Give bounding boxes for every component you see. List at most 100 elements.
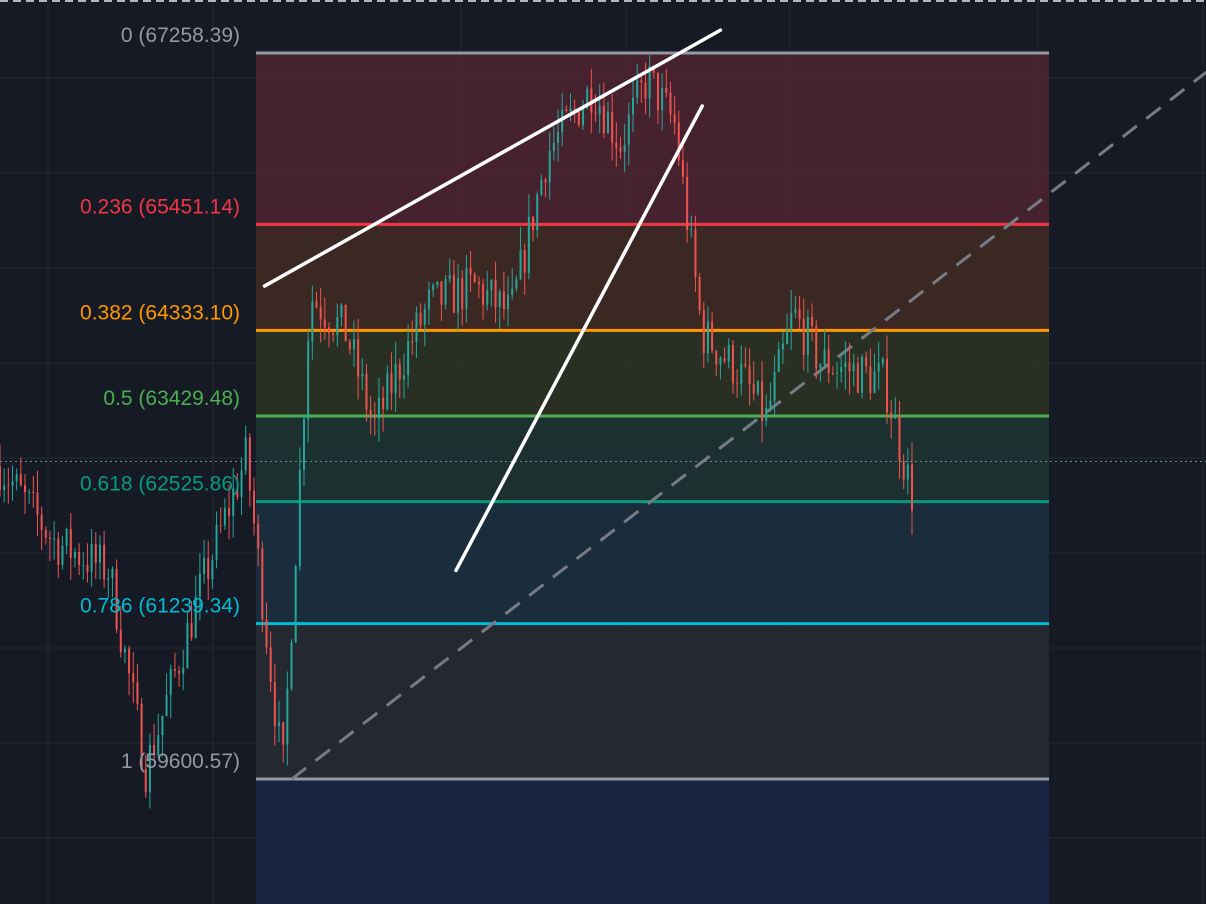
candle-body xyxy=(365,373,368,410)
candle-body xyxy=(482,284,485,305)
candle-body xyxy=(802,318,805,355)
candle-body xyxy=(890,412,893,419)
candle-body xyxy=(490,280,493,291)
price-chart-svg[interactable]: 0 (67258.39) 0.236 (65451.14) 0.382 (64333… xyxy=(0,0,1206,904)
candle-body xyxy=(748,365,751,385)
candle-body xyxy=(711,321,714,351)
candle-body xyxy=(752,384,755,394)
candle-body xyxy=(844,362,847,368)
candle-body xyxy=(273,682,276,726)
candle-body xyxy=(269,647,272,683)
candle-body xyxy=(19,474,22,486)
candle-body xyxy=(261,548,264,620)
candle-body xyxy=(253,490,256,524)
candle-body xyxy=(32,492,35,494)
candle-body xyxy=(536,194,539,231)
candle-body xyxy=(461,278,464,309)
candle-body xyxy=(594,112,597,115)
candle-body xyxy=(48,537,51,539)
candle-body xyxy=(332,333,335,336)
candle-body xyxy=(877,363,880,372)
candle-body xyxy=(0,466,1,490)
candle-body xyxy=(336,316,339,336)
candle-body xyxy=(7,485,10,487)
candle-body xyxy=(178,671,181,674)
candle-body xyxy=(861,356,864,393)
candle-body xyxy=(40,514,43,530)
candle-body xyxy=(427,289,430,309)
candle-body xyxy=(3,485,6,490)
candle-body xyxy=(161,715,164,735)
candle-body xyxy=(686,176,689,230)
candle-body xyxy=(477,281,480,285)
candle-body xyxy=(694,229,697,277)
candle-body xyxy=(527,216,530,273)
candle-body xyxy=(432,285,435,290)
candle-body xyxy=(544,180,547,183)
candle-body xyxy=(498,291,501,308)
candle-body xyxy=(519,249,522,280)
candle-body xyxy=(806,316,809,355)
candle-body xyxy=(394,364,397,394)
candle-body xyxy=(715,350,718,365)
candle-body xyxy=(123,648,126,653)
candle-body xyxy=(831,373,834,375)
candle-body xyxy=(111,568,114,578)
candle-body xyxy=(444,279,447,305)
chart-area[interactable]: 0 (67258.39) 0.236 (65451.14) 0.382 (64333… xyxy=(0,0,1206,904)
candle-body xyxy=(278,722,281,726)
candle-body xyxy=(290,642,293,689)
candle-body xyxy=(865,356,868,367)
candle-body xyxy=(248,437,251,491)
candle-body xyxy=(57,538,60,565)
candle-body xyxy=(494,280,497,308)
candle-body xyxy=(661,88,664,111)
candle-body xyxy=(557,132,560,144)
candle-body xyxy=(644,82,647,99)
candle-body xyxy=(611,111,614,143)
candle-body xyxy=(723,358,726,362)
candle-body xyxy=(307,341,310,420)
candle-body xyxy=(107,577,110,580)
candle-body xyxy=(823,349,826,365)
candle-body xyxy=(190,622,193,638)
candle-body xyxy=(569,108,572,112)
candle-body xyxy=(286,688,289,745)
candle-body xyxy=(211,560,214,580)
candle-body xyxy=(348,341,351,349)
fib-label-0-236: 0.236 (65451.14) xyxy=(80,195,240,218)
candle-body xyxy=(298,469,301,567)
candle-body xyxy=(382,397,385,409)
candle-body xyxy=(736,383,739,385)
candle-body xyxy=(827,349,830,374)
candle-body xyxy=(719,358,722,365)
candle-body xyxy=(856,363,859,393)
candle-body xyxy=(303,419,305,470)
candle-body xyxy=(886,358,889,413)
candle-body xyxy=(706,321,709,354)
candle-body xyxy=(798,309,801,319)
candle-body xyxy=(415,312,418,342)
fib-zone-0-236 xyxy=(256,224,1049,331)
candle-body xyxy=(511,288,514,296)
candle-body xyxy=(507,295,510,310)
candle-body xyxy=(673,114,676,123)
candle-body xyxy=(165,695,168,716)
candle-body xyxy=(731,344,734,384)
candle-body xyxy=(761,381,764,421)
candle-body xyxy=(352,339,355,349)
candle-body xyxy=(744,363,747,366)
candle-body xyxy=(386,373,389,409)
candle-body xyxy=(902,460,905,480)
candle-body xyxy=(690,229,693,231)
candle-body xyxy=(65,528,68,546)
candle-body xyxy=(11,481,14,486)
candle-body xyxy=(186,622,189,668)
candle-body xyxy=(182,667,185,674)
candle-body xyxy=(173,668,176,672)
candle-body xyxy=(357,339,360,377)
candle-body xyxy=(282,722,285,745)
candle-body xyxy=(419,312,422,325)
candle-body xyxy=(257,523,260,549)
candle-body xyxy=(656,72,659,111)
